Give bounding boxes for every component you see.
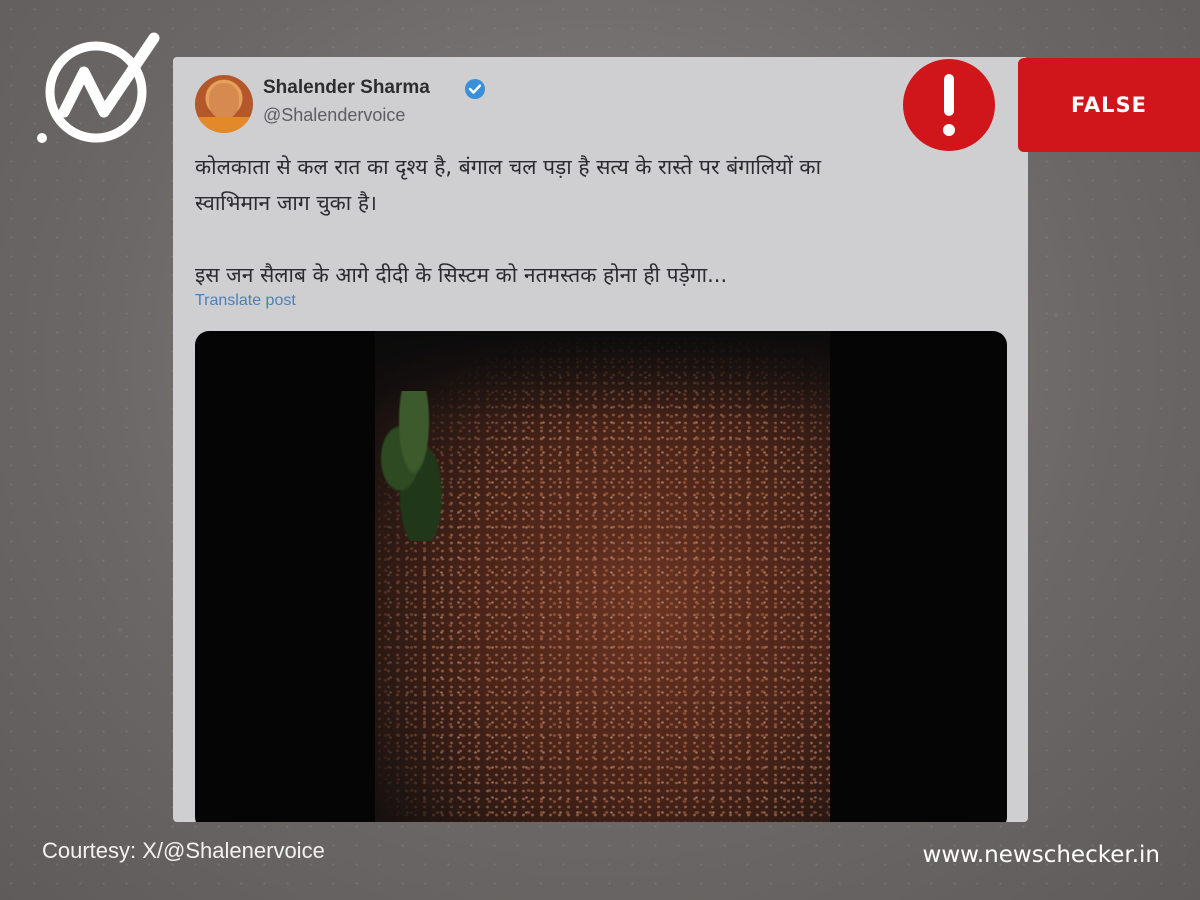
foliage-image [379, 391, 449, 541]
tweet-text-line: स्वाभिमान जाग चुका है। [195, 191, 378, 215]
verified-badge-icon [465, 79, 485, 99]
tweet-text-line: कोलकाता से कल रात का दृश्य है, बंगाल चल … [195, 155, 822, 179]
tweet-text: कोलकाता से कल रात का दृश्य है, बंगाल चल … [195, 149, 995, 293]
tweet-video[interactable] [195, 331, 1007, 822]
avatar[interactable] [195, 75, 253, 133]
video-frame [375, 331, 830, 822]
translate-post-link[interactable]: Translate post [195, 292, 296, 310]
false-verdict-badge: FALSE [1018, 58, 1200, 152]
tweet-card: Shalender Sharma @Shalendervoice कोलकाता… [173, 57, 1028, 822]
site-url: www.newschecker.in [922, 842, 1160, 868]
courtesy-credit: Courtesy: X/@Shalenervoice [42, 838, 325, 863]
tweet-handle[interactable]: @Shalendervoice [263, 105, 405, 126]
exclamation-circle-icon [903, 59, 995, 151]
tweet-text-line: इस जन सैलाब के आगे दीदी के सिस्टम को नतम… [195, 263, 728, 287]
newschecker-logo-icon [37, 32, 160, 143]
tweet-display-name[interactable]: Shalender Sharma [263, 77, 430, 99]
